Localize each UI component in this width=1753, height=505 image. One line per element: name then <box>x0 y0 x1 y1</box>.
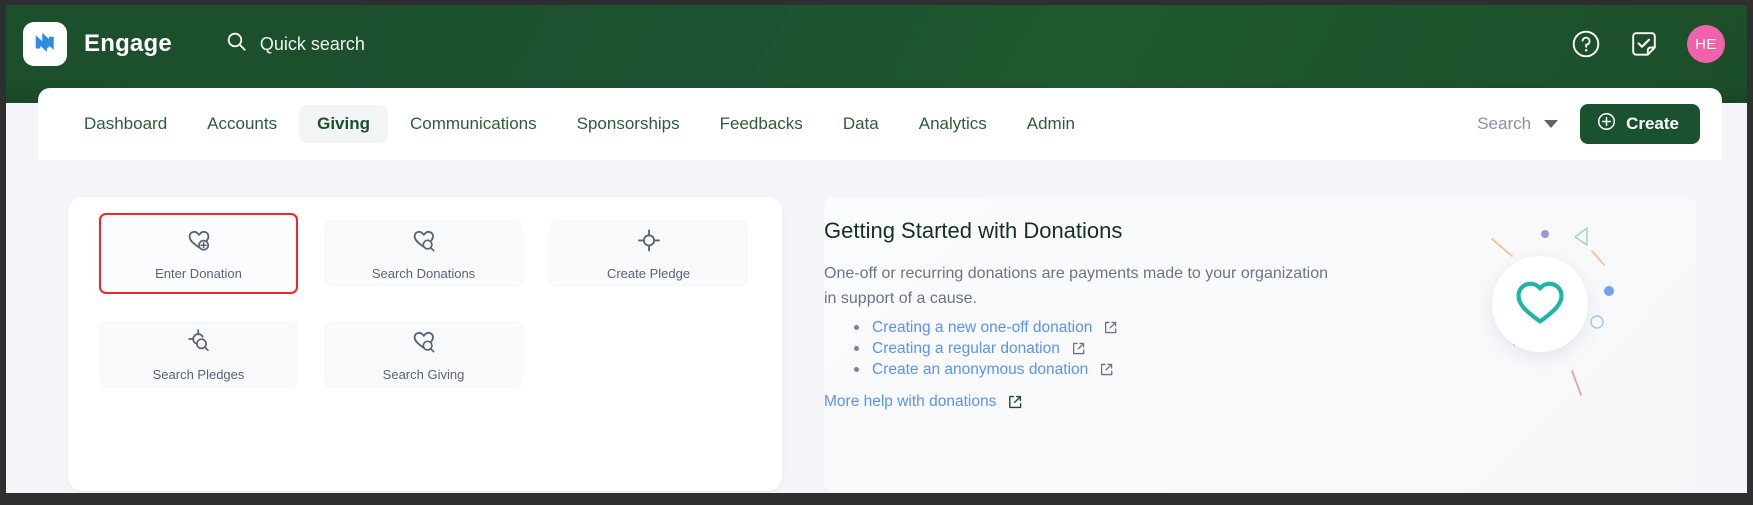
getting-started-description: One-off or recurring donations are payme… <box>824 265 1328 307</box>
tile-label: Search Giving <box>382 367 465 382</box>
plus-circle-icon <box>1597 112 1616 136</box>
target-search-icon <box>186 328 212 359</box>
nav-tab-giving[interactable]: Giving <box>299 105 389 143</box>
quick-search-label: Quick search <box>259 33 365 54</box>
help-circle-icon[interactable] <box>1571 29 1601 59</box>
heart-illustration <box>1444 211 1674 411</box>
getting-started-link-list: Creating a new one-off donation Creating… <box>854 317 1118 380</box>
list-item: Create an anonymous donation <box>854 359 1118 380</box>
task-checkbox-icon[interactable] <box>1629 29 1659 59</box>
getting-started-title: Getting Started with Donations <box>824 218 1123 243</box>
tile-label: Enter Donation <box>155 266 242 281</box>
search-icon <box>226 31 247 57</box>
link-more-help-with-donations[interactable]: More help with donations <box>824 393 996 411</box>
main-navigation-bar: Dashboard Accounts Giving Communications… <box>38 88 1722 160</box>
nav-tab-list: Dashboard Accounts Giving Communications… <box>38 105 1093 143</box>
tile-search-pledges[interactable]: Search Pledges <box>99 321 298 388</box>
heart-plus-icon <box>186 227 212 258</box>
tile-search-giving[interactable]: Search Giving <box>324 321 523 388</box>
getting-started-panel: Getting Started with Donations One-off o… <box>824 197 1696 491</box>
nav-tab-sponsorships[interactable]: Sponsorships <box>559 105 698 143</box>
nav-tab-data[interactable]: Data <box>825 105 897 143</box>
nav-tab-communications[interactable]: Communications <box>392 105 555 143</box>
nav-tab-feedbacks[interactable]: Feedbacks <box>702 105 821 143</box>
link-create-anonymous-donation[interactable]: Create an anonymous donation <box>872 361 1088 379</box>
header-actions: HE <box>1571 20 1725 68</box>
heart-search-icon <box>411 328 437 359</box>
nav-tab-analytics[interactable]: Analytics <box>901 105 1005 143</box>
nav-tab-dashboard[interactable]: Dashboard <box>66 105 185 143</box>
chevron-down-icon <box>1544 120 1559 128</box>
external-link-icon[interactable] <box>1103 320 1118 335</box>
page-viewport: Engage Quick search HE Dashboard Account… <box>6 5 1747 493</box>
nav-tab-admin[interactable]: Admin <box>1009 105 1093 143</box>
search-dropdown-label: Search <box>1477 114 1532 133</box>
avatar[interactable]: HE <box>1687 25 1725 63</box>
nav-tab-accounts[interactable]: Accounts <box>189 105 295 143</box>
engage-logo-icon[interactable] <box>23 22 67 66</box>
tile-label: Create Pledge <box>606 266 691 281</box>
quick-actions-grid: Enter Donation Search Donations Create P… <box>99 213 748 388</box>
tile-label: Search Donations <box>371 266 476 281</box>
external-link-icon[interactable] <box>1099 362 1114 377</box>
target-plus-icon <box>636 227 662 258</box>
create-button-label: Create <box>1626 114 1679 133</box>
browser-window-frame: Engage Quick search HE Dashboard Account… <box>0 0 1753 505</box>
quick-search-input[interactable]: Quick search <box>226 19 365 69</box>
external-link-icon[interactable] <box>1007 394 1023 410</box>
link-create-one-off-donation[interactable]: Creating a new one-off donation <box>872 319 1092 337</box>
tile-search-donations[interactable]: Search Donations <box>324 220 523 287</box>
search-dropdown[interactable]: Search <box>1477 114 1559 134</box>
list-item: Creating a new one-off donation <box>854 317 1118 338</box>
heart-badge <box>1492 256 1588 352</box>
tile-enter-donation[interactable]: Enter Donation <box>99 213 298 294</box>
tile-create-pledge[interactable]: Create Pledge <box>549 220 748 287</box>
quick-actions-card: Enter Donation Search Donations Create P… <box>68 197 782 491</box>
create-button[interactable]: Create <box>1580 104 1700 144</box>
heart-search-icon <box>411 227 437 258</box>
brand-block: Engage <box>6 19 172 69</box>
app-title: Engage <box>84 30 172 57</box>
external-link-icon[interactable] <box>1071 341 1086 356</box>
tile-label: Search Pledges <box>152 367 245 382</box>
heart-outline-icon <box>1514 278 1566 331</box>
link-create-regular-donation[interactable]: Creating a regular donation <box>872 340 1060 358</box>
list-item: Creating a regular donation <box>854 338 1118 359</box>
page-body: Enter Donation Search Donations Create P… <box>6 160 1747 493</box>
more-help-row: More help with donations <box>824 393 1023 411</box>
nav-right-actions: Search Create <box>1477 88 1700 160</box>
